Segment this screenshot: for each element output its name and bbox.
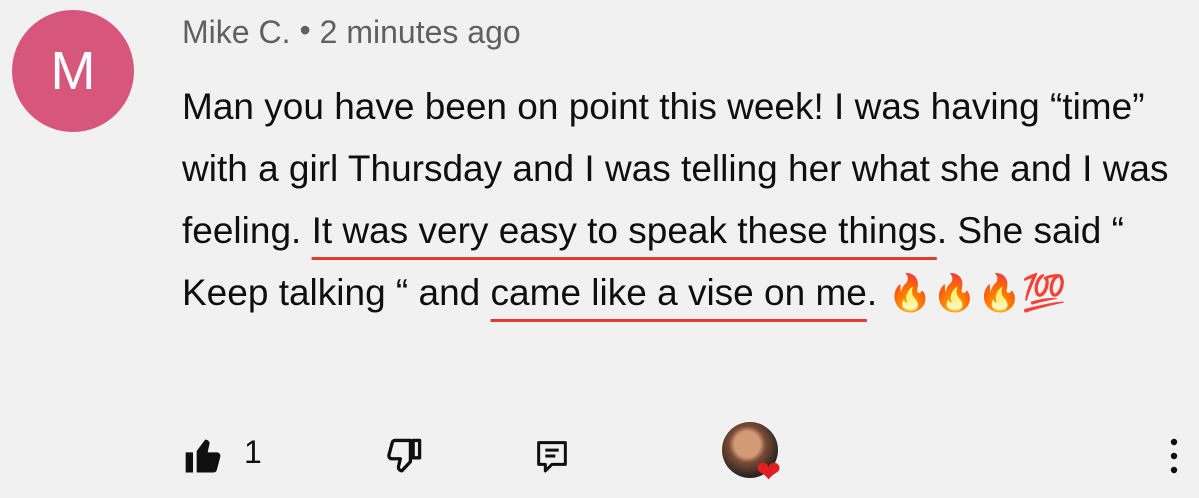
- thumbs-down-icon: [387, 438, 422, 473]
- author-initial: M: [50, 41, 96, 101]
- reply-icon: [537, 441, 567, 473]
- author-name[interactable]: Mike C.: [182, 14, 290, 50]
- like-button[interactable]: [180, 432, 228, 480]
- thumbs-up-icon: [185, 439, 221, 473]
- author-avatar[interactable]: M: [12, 10, 134, 132]
- reply-button[interactable]: [528, 432, 576, 480]
- more-options-button[interactable]: [1150, 430, 1198, 482]
- comment-meta: Mike C. • 2 minutes ago: [182, 12, 521, 51]
- meta-separator: •: [299, 12, 311, 48]
- dislike-button[interactable]: [380, 432, 428, 480]
- comment-text: Man you have been on point this week! I …: [182, 76, 1192, 325]
- highlighted-phrase-1: It was very easy to speak these things: [311, 210, 937, 251]
- heart-icon: ❤: [756, 456, 782, 489]
- more-vertical-icon: [1170, 438, 1178, 474]
- highlighted-phrase-2: came like a vise on me: [490, 272, 867, 313]
- emoji-reactions: 🔥🔥🔥💯: [887, 273, 1067, 314]
- like-count: 1: [244, 434, 262, 470]
- comment-text-part3: .: [866, 272, 888, 313]
- comment-actions: 1 ❤: [0, 420, 1199, 490]
- creator-heart-badge[interactable]: ❤: [722, 422, 788, 488]
- comment-time[interactable]: 2 minutes ago: [320, 14, 521, 50]
